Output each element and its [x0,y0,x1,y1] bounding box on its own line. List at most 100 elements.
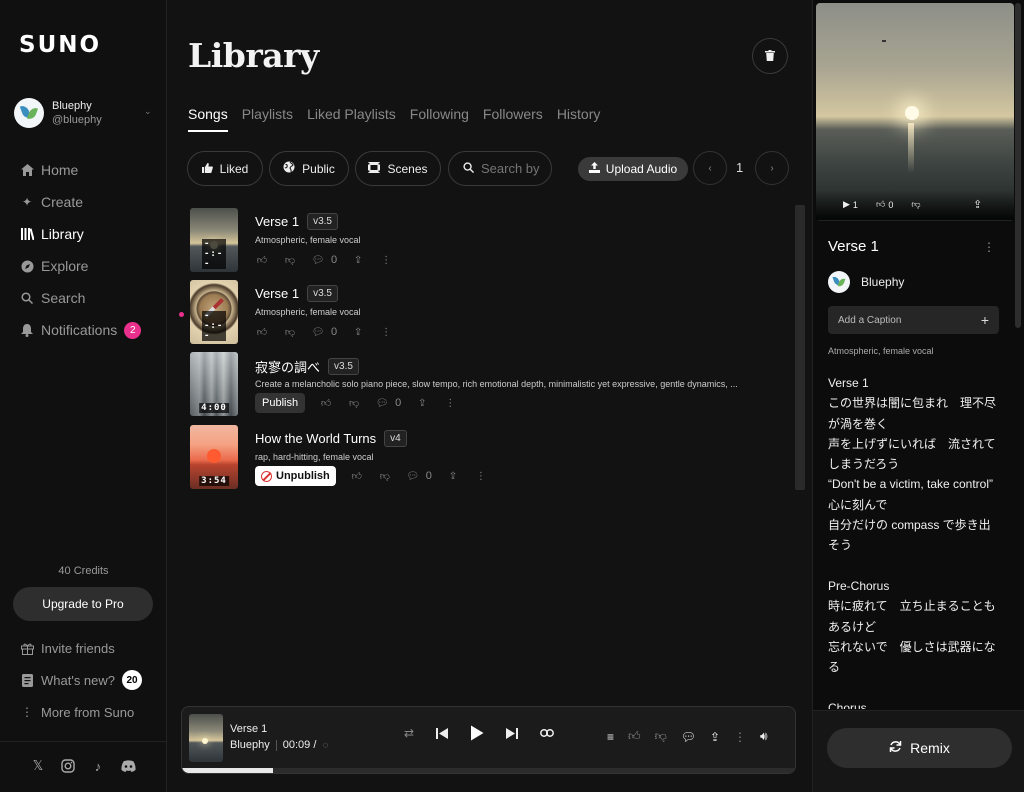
tab-followers[interactable]: Followers [483,106,543,132]
volume-icon[interactable]: 🔊︎ [760,729,768,744]
version-badge: v4 [384,430,407,447]
liked-filter-button[interactable]: Liked [187,151,263,186]
tab-playlists[interactable]: Playlists [242,106,293,132]
now-playing-cover[interactable] [189,714,223,762]
play-count[interactable]: ▶ 1 [843,199,858,210]
upload-audio-button[interactable]: Upload Audio [578,157,688,181]
nav-item-home[interactable]: Home [20,154,160,186]
play-icon[interactable] [470,725,484,741]
song-duration: 4:00 [199,403,229,413]
play-icon: ▶ [843,199,850,209]
kebab-icon[interactable]: ⋮ [474,469,488,483]
nav-item-library[interactable]: Library [20,218,160,250]
song-title[interactable]: 寂寥の調べ [255,357,320,376]
kebab-icon[interactable]: ⋮ [443,396,457,410]
link-icon[interactable] [540,729,555,737]
thumbs-down-icon[interactable]: 👎︎ [911,199,920,210]
song-detail-panel: ▶ 1 👍︎ 0 👎︎ ⇪ Verse 1 ⋮ Bluephy Add a Capt… [812,0,1024,792]
now-playing-title[interactable]: Verse 1 [230,723,267,735]
detail-author[interactable]: Bluephy [828,271,904,293]
thumbs-up-icon[interactable]: 👍︎ [255,253,269,267]
search-input[interactable] [481,161,551,176]
add-caption-button[interactable]: Add a Caption + [828,306,999,334]
discord-icon[interactable] [120,758,136,774]
thumbs-down-icon[interactable]: 👎︎ [655,729,667,744]
tab-following[interactable]: Following [410,106,469,132]
kebab-icon[interactable]: ⋮ [983,240,995,254]
tab-songs[interactable]: Songs [188,106,228,132]
comment-icon[interactable]: 💬︎ [311,325,325,339]
next-page-button[interactable]: › [755,151,789,185]
song-cover[interactable]: 3:54 [190,425,238,489]
upgrade-button[interactable]: Upgrade to Pro [13,587,153,621]
share-icon[interactable]: ⇪ [351,325,365,339]
kebab-icon[interactable]: ⋮ [379,253,393,267]
comment-icon[interactable]: 💬︎ [681,730,696,744]
song-row[interactable]: 4:00 寂寥の調べ v3.5 Create a melancholic sol… [167,349,787,419]
share-icon[interactable]: ⇪ [973,198,982,211]
user-menu[interactable]: Bluephy @bluephy ⌄ [14,98,159,130]
thumbs-up-icon[interactable]: 👍︎ [319,396,333,410]
song-title[interactable]: Verse 1 [255,286,299,301]
like-count[interactable]: 👍︎ 0 [876,199,893,210]
kebab-icon[interactable]: ⋮ [734,730,746,744]
kebab-icon[interactable]: ⋮ [379,325,393,339]
progress-track[interactable] [182,768,795,773]
tiktok-icon[interactable]: ♪ [90,758,106,774]
thumbs-down-icon[interactable]: 👎︎ [347,396,361,410]
nav-item-search[interactable]: Search [20,282,160,314]
song-row[interactable]: --:-- Verse 1 v3.5 Atmospheric, female v… [167,277,787,347]
tab-liked-playlists[interactable]: Liked Playlists [307,106,396,132]
share-icon[interactable]: ⇪ [710,730,720,744]
song-artwork[interactable] [816,3,1014,221]
now-playing-artist[interactable]: Bluephy [230,739,270,751]
song-row[interactable]: 3:54 How the World Turns v4 rap, hard-hi… [167,422,787,492]
unpublish-label: Unpublish [276,470,330,482]
share-icon[interactable]: ⇪ [446,469,460,483]
song-title[interactable]: How the World Turns [255,431,376,446]
nav-item-explore[interactable]: Explore [20,250,160,282]
thumbs-down-icon[interactable]: 👎︎ [283,325,297,339]
nav-item-notifications[interactable]: Notifications 2 [20,314,160,346]
thumbs-down-icon[interactable]: 👎︎ [378,469,392,483]
nav-item-create[interactable]: ✦ Create [20,186,160,218]
share-icon[interactable]: ⇪ [415,396,429,410]
song-row[interactable]: --:-- Verse 1 v3.5 Atmospheric, female v… [167,205,787,275]
song-title[interactable]: Verse 1 [255,214,299,229]
panel-scrollbar[interactable] [1015,3,1021,328]
nav-item-more[interactable]: ⋮ More from Suno [20,696,160,728]
song-description: Atmospheric, female vocal [255,307,361,317]
prev-page-button[interactable]: ‹ [693,151,727,185]
public-filter-button[interactable]: Public [269,151,349,186]
queue-icon[interactable]: ≡ [607,730,614,744]
list-scrollbar[interactable] [795,205,805,490]
unpublish-button[interactable]: Unpublish [255,466,336,486]
thumbs-up-icon[interactable]: 👍︎ [350,469,364,483]
song-cover[interactable]: --:-- [190,280,238,344]
scenes-filter-button[interactable]: Scenes [355,151,441,186]
nav-item-invite[interactable]: Invite friends [20,632,160,664]
comment-icon[interactable]: 💬︎ [311,253,325,267]
search-field[interactable] [448,151,552,186]
x-icon[interactable]: 𝕏 [30,758,46,774]
thumbs-down-icon[interactable]: 👎︎ [283,253,297,267]
thumbs-up-icon[interactable]: 👍︎ [255,325,269,339]
thumbs-up-icon[interactable]: 👍︎ [628,729,641,744]
refresh-icon [889,740,902,756]
previous-track-icon[interactable] [436,727,449,739]
comment-icon[interactable]: 💬︎ [406,469,420,483]
nav-label: Create [41,194,84,210]
publish-button[interactable]: Publish [255,393,306,413]
tab-history[interactable]: History [557,106,601,132]
trash-button[interactable] [752,38,788,74]
comment-icon[interactable]: 💬︎ [375,396,389,410]
nav-item-whats-new[interactable]: What's new? 20 [20,664,160,696]
suno-logo[interactable]: SUNO [19,32,101,58]
next-track-icon[interactable] [506,727,519,739]
repeat-icon[interactable]: ⇄ [404,726,414,740]
song-cover[interactable]: --:-- [190,208,238,272]
song-cover[interactable]: 4:00 [190,352,238,416]
instagram-icon[interactable] [60,758,76,774]
share-icon[interactable]: ⇪ [351,253,365,267]
remix-button[interactable]: Remix [827,728,1012,768]
